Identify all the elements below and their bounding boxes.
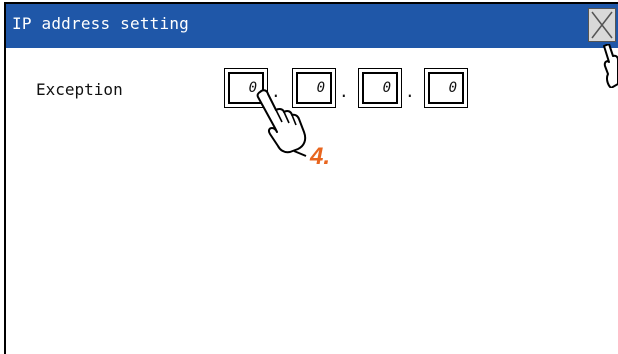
octet-separator: . xyxy=(405,82,415,101)
octet-4-input[interactable]: 0 xyxy=(424,68,468,108)
octet-3-input[interactable]: 0 xyxy=(358,68,402,108)
pointing-hand-icon xyxy=(256,89,307,157)
close-icon xyxy=(591,11,613,39)
pointing-hand-icon xyxy=(603,44,618,88)
octet-4-value: 0 xyxy=(428,72,464,104)
title-bar: IP address setting xyxy=(6,4,618,48)
octet-separator: . xyxy=(339,82,349,101)
dialog-window: IP address setting Exception 0 . 0 . 0 .… xyxy=(4,2,618,354)
octet-3-value: 0 xyxy=(362,72,398,104)
exception-label: Exception xyxy=(36,80,123,99)
window-title: IP address setting xyxy=(12,14,189,33)
close-button[interactable] xyxy=(588,8,616,42)
